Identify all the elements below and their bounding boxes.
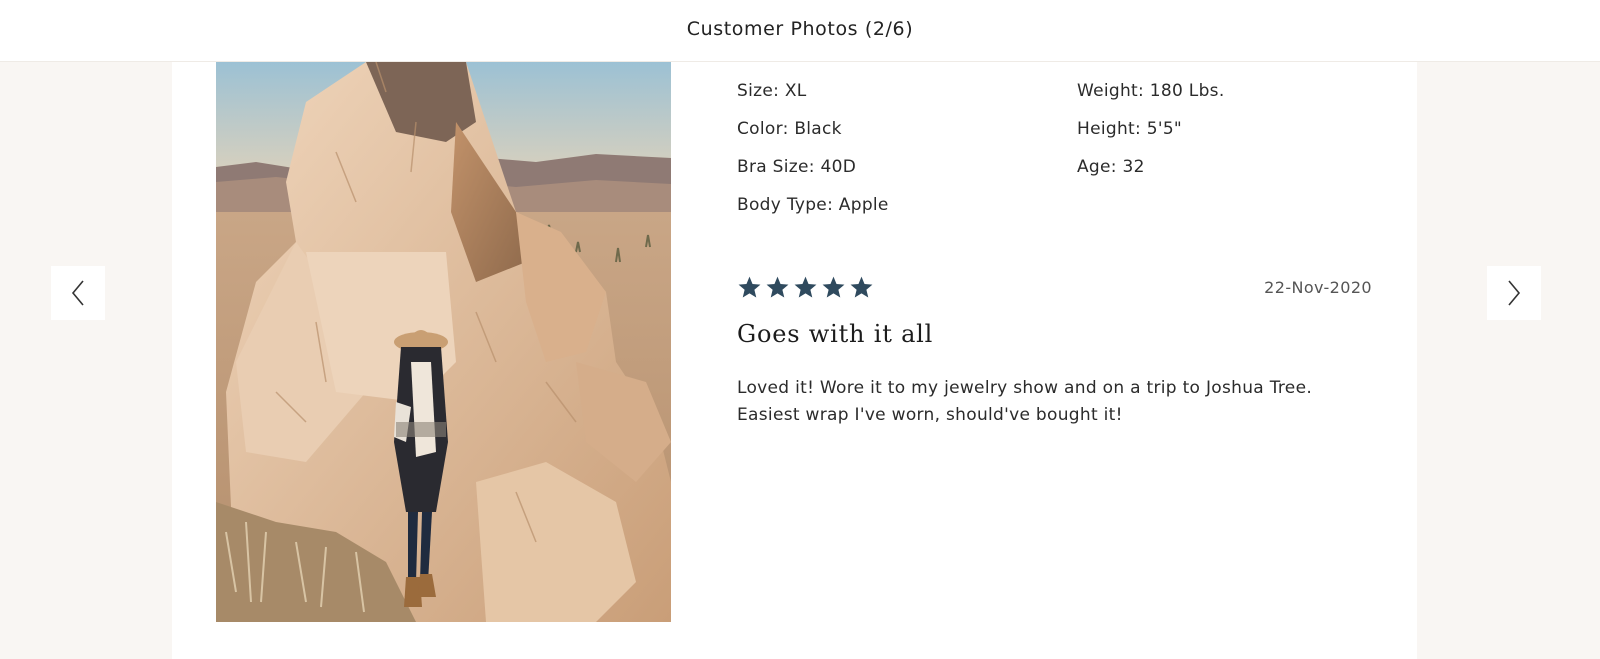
attribute-color: Color: Black xyxy=(737,119,842,139)
star-icon xyxy=(822,276,845,298)
review-date: 22-Nov-2020 xyxy=(1264,278,1372,297)
review-title: Goes with it all xyxy=(737,320,934,348)
star-icon xyxy=(850,276,873,298)
attribute-body-type: Body Type: Apple xyxy=(737,195,889,215)
attribute-weight: Weight: 180 Lbs. xyxy=(1077,81,1225,101)
modal-header: Customer Photos (2/6) xyxy=(0,0,1600,62)
star-icon xyxy=(766,276,789,298)
photo-viewer: Size: XL Color: Black Bra Size: 40D Body… xyxy=(0,62,1600,659)
star-rating xyxy=(737,275,874,300)
chevron-left-icon xyxy=(71,280,84,306)
review-card: Size: XL Color: Black Bra Size: 40D Body… xyxy=(172,62,1417,659)
customer-photo xyxy=(216,62,671,622)
attribute-bra-size: Bra Size: 40D xyxy=(737,157,857,177)
review-body: Loved it! Wore it to my jewelry show and… xyxy=(737,378,1313,425)
previous-photo-button[interactable] xyxy=(51,266,105,320)
page-title: Customer Photos (2/6) xyxy=(686,17,914,40)
chevron-right-icon xyxy=(1508,280,1521,306)
attribute-age: Age: 32 xyxy=(1077,157,1145,177)
next-photo-button[interactable] xyxy=(1487,266,1541,320)
attribute-size: Size: XL xyxy=(737,81,807,101)
star-icon xyxy=(794,276,817,298)
star-icon xyxy=(738,276,761,298)
attribute-height: Height: 5'5" xyxy=(1077,119,1183,139)
